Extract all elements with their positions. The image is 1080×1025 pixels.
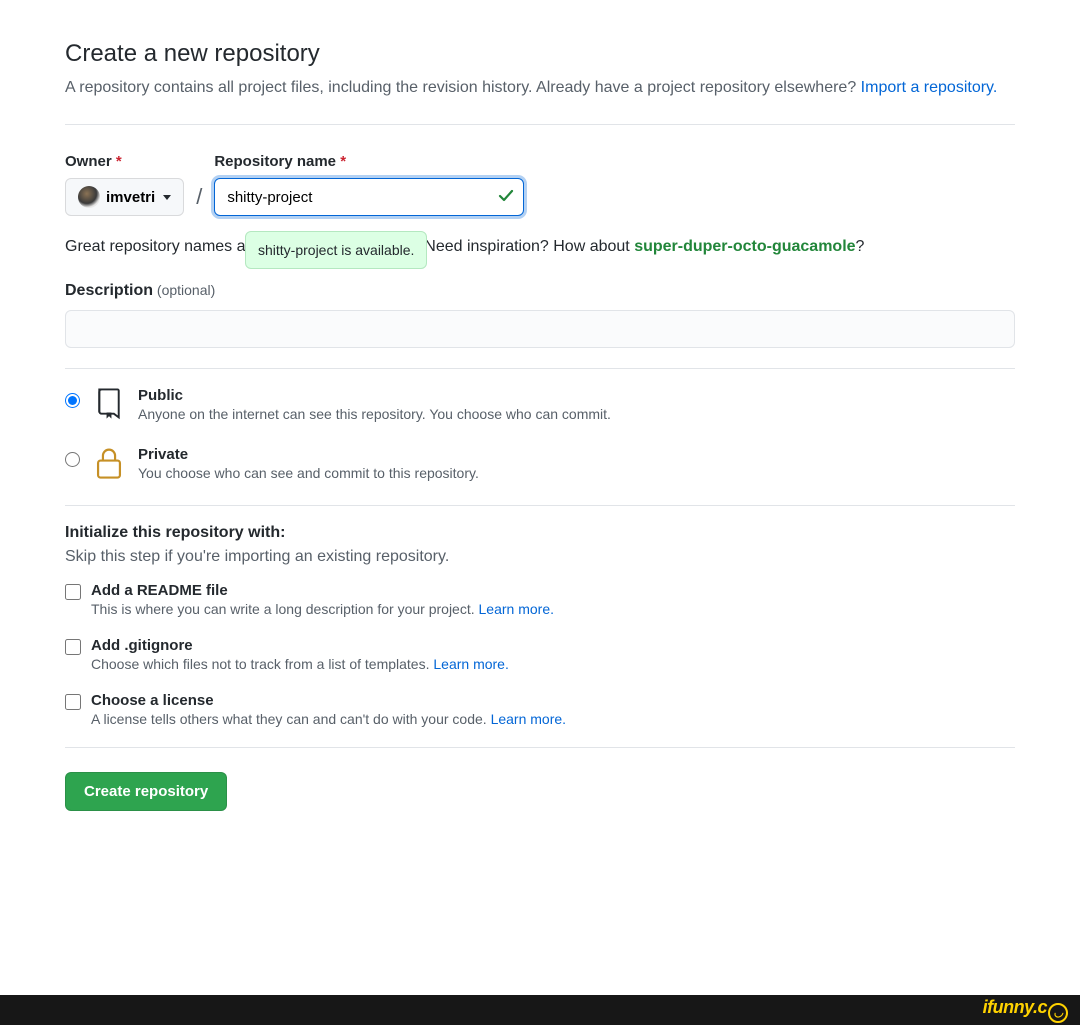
visibility-private-radio[interactable]: [65, 452, 80, 467]
gitignore-learn-more-link[interactable]: Learn more.: [433, 656, 508, 672]
visibility-public-desc: Anyone on the internet can see this repo…: [138, 406, 1015, 422]
visibility-public-radio[interactable]: [65, 393, 80, 408]
path-separator: /: [192, 184, 206, 216]
create-repository-button[interactable]: Create repository: [65, 772, 227, 811]
page-title: Create a new repository: [65, 40, 1015, 68]
repo-icon: [94, 387, 124, 424]
choose-license-title: Choose a license: [91, 692, 1015, 709]
initialize-title: Initialize this repository with:: [65, 524, 1015, 542]
import-repository-link[interactable]: Import a repository.: [861, 79, 998, 96]
choose-license-checkbox[interactable]: [65, 694, 81, 710]
smile-icon: ◡: [1048, 1003, 1068, 1023]
repo-name-hint: Great repository names are short and mem…: [65, 234, 1015, 260]
visibility-public-title: Public: [138, 387, 1015, 404]
lock-icon: [94, 446, 124, 483]
license-learn-more-link[interactable]: Learn more.: [491, 711, 566, 727]
description-input[interactable]: [65, 310, 1015, 348]
divider: [65, 368, 1015, 369]
add-gitignore-title: Add .gitignore: [91, 637, 1015, 654]
add-readme-title: Add a README file: [91, 582, 1015, 599]
divider: [65, 505, 1015, 506]
avatar: [78, 186, 100, 208]
page-subtitle: A repository contains all project files,…: [65, 76, 1015, 100]
divider: [65, 124, 1015, 125]
add-readme-checkbox[interactable]: [65, 584, 81, 600]
add-gitignore-desc: Choose which files not to track from a l…: [91, 656, 1015, 672]
divider: [65, 747, 1015, 748]
owner-label: Owner *: [65, 153, 184, 170]
chevron-down-icon: [163, 195, 171, 200]
availability-tooltip: shitty-project is available.: [245, 231, 427, 269]
repo-name-label: Repository name *: [214, 153, 524, 170]
readme-learn-more-link[interactable]: Learn more.: [479, 601, 554, 617]
check-icon: [498, 188, 514, 207]
choose-license-desc: A license tells others what they can and…: [91, 711, 1015, 727]
visibility-private-title: Private: [138, 446, 1015, 463]
initialize-subtitle: Skip this step if you're importing an ex…: [65, 548, 1015, 566]
repository-name-input[interactable]: [214, 178, 524, 216]
watermark-bar: ifunny.c◡: [0, 995, 1080, 1025]
owner-username: imvetri: [106, 189, 155, 206]
owner-selector-button[interactable]: imvetri: [65, 178, 184, 216]
repo-name-suggestion[interactable]: super-duper-octo-guacamole: [634, 238, 855, 255]
watermark-logo: ifunny.c◡: [983, 997, 1068, 1023]
description-optional: (optional): [157, 282, 215, 298]
description-label: Description: [65, 282, 153, 299]
add-readme-desc: This is where you can write a long descr…: [91, 601, 1015, 617]
visibility-private-desc: You choose who can see and commit to thi…: [138, 465, 1015, 481]
add-gitignore-checkbox[interactable]: [65, 639, 81, 655]
